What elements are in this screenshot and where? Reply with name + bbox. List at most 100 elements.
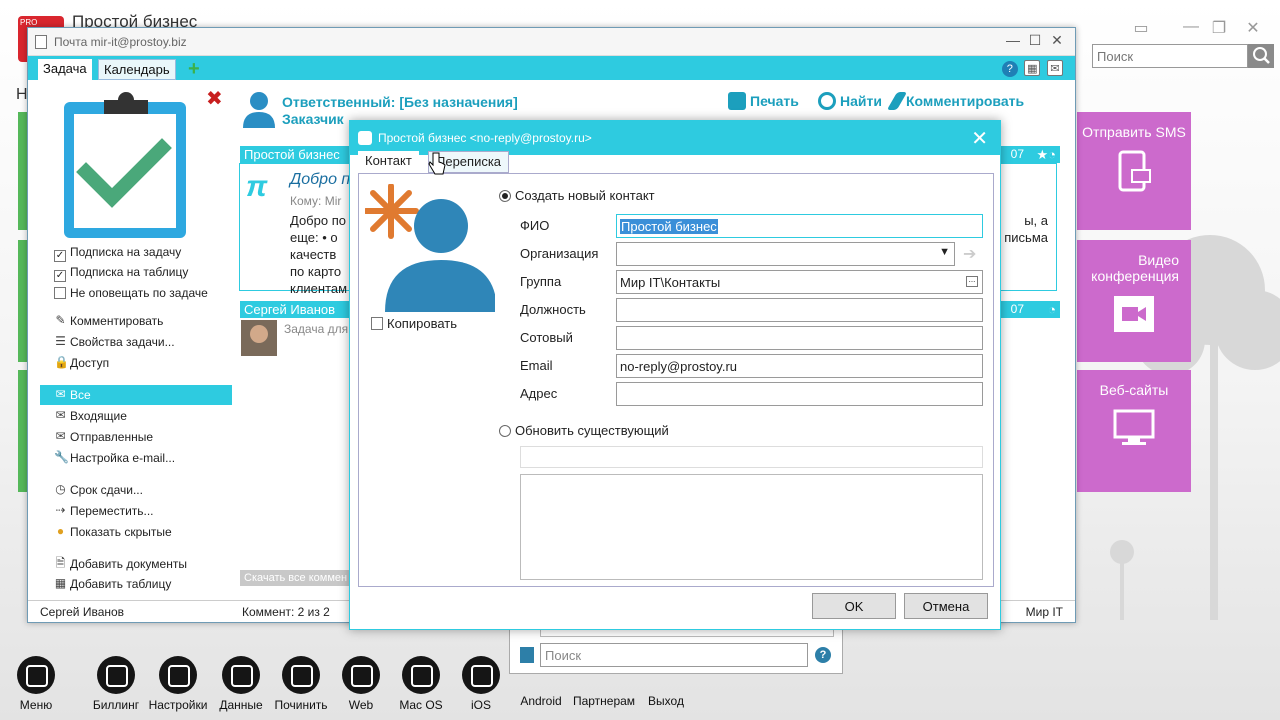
existing-contact-search[interactable] (520, 446, 983, 468)
lock-icon: 🔒 (54, 355, 69, 369)
close-icon[interactable]: ✕ (1047, 32, 1067, 52)
radio-selected-icon (499, 190, 511, 202)
menu-icon (17, 656, 55, 694)
phone-sms-icon (1118, 150, 1151, 192)
menu-show-hidden[interactable]: ● Показать скрытые (40, 522, 232, 542)
menu-all[interactable]: ✉ Все (40, 385, 232, 405)
pencil-icon (886, 92, 908, 110)
close-icon[interactable]: ✕ (971, 126, 988, 151)
email-field[interactable]: no-reply@prostoy.ru (616, 354, 983, 378)
close-icon[interactable]: ✕ (1240, 18, 1266, 38)
group-field[interactable]: Мир IT\Контакты... (616, 270, 983, 294)
fio-field[interactable]: Простой бизнес (616, 214, 983, 238)
video-camera-icon (1114, 296, 1154, 332)
radio-update-existing[interactable]: Обновить существующий (499, 423, 669, 438)
menu-task-properties[interactable]: ☰ Свойства задачи... (40, 332, 232, 352)
arrow-right-icon[interactable]: ➔ (963, 244, 976, 264)
address-field[interactable] (616, 382, 983, 406)
organization-select[interactable]: ▼ (616, 242, 955, 266)
first-aid-icon (282, 656, 320, 694)
mail-tabbar: Задача Календарь + ? ▦ ✉ (28, 56, 1075, 80)
add-tab-icon[interactable]: + (188, 58, 200, 81)
ok-button[interactable]: OK (812, 593, 896, 619)
menu-inbox[interactable]: ✉ Входящие (40, 406, 232, 426)
message-date: 07 (1010, 302, 1024, 316)
label-address: Адрес (520, 386, 558, 401)
apple-icon (402, 656, 440, 694)
tile-video-conference[interactable]: Видео конференция (1077, 240, 1191, 362)
gear-icon (159, 656, 197, 694)
menu-sent[interactable]: ✉ Отправленные (40, 427, 232, 447)
existing-contacts-list[interactable] (520, 474, 983, 580)
menu-add-documents[interactable]: 🗎 Добавить документы (40, 554, 232, 574)
menu-add-table[interactable]: ▦ Добавить таблицу (40, 574, 232, 594)
dock-menu[interactable]: Меню (0, 656, 72, 712)
data-icon (222, 656, 260, 694)
task-clipboard-icon (64, 92, 186, 238)
checkbox-no-notify[interactable]: Не оповещать по задаче (54, 286, 208, 300)
reply-icon[interactable]: ◔ (1048, 302, 1056, 317)
add-table-icon: ▦ (54, 576, 67, 590)
apple-icon (462, 656, 500, 694)
compact-view-icon[interactable]: ▭ (1128, 18, 1154, 38)
dialog-titlebar[interactable]: Простой бизнес <no-reply@prostoy.ru> ✕ (350, 121, 1000, 155)
responsible-label[interactable]: Ответственный: [Без назначения] (282, 94, 602, 110)
star-icon[interactable]: ★◔ (1036, 147, 1056, 163)
label-organization: Организация (520, 246, 599, 261)
billing-icon (97, 656, 135, 694)
hand-cursor-icon (428, 152, 446, 175)
message-date: 07 (1010, 147, 1024, 161)
mail-window-titlebar[interactable]: Почта mir-it@prostoy.biz — ☐ ✕ (28, 28, 1075, 56)
desktop-left-text: Н (16, 86, 28, 103)
tab-calendar[interactable]: Календарь (98, 59, 176, 80)
tab-task[interactable]: Задача (38, 59, 92, 80)
calendar-settings-icon[interactable]: ▦ (1024, 60, 1041, 76)
checkbox-subscribe-table[interactable]: ✓ Подписка на таблицу (54, 265, 188, 282)
help-icon[interactable]: ? (815, 647, 831, 663)
tile-send-sms[interactable]: Отправить SMS (1077, 112, 1191, 230)
maximize-icon[interactable]: ☐ (1025, 32, 1045, 52)
tab-contact[interactable]: Контакт (358, 151, 419, 173)
dock-exit[interactable]: Выход (630, 656, 702, 708)
checkbox-subscribe-task[interactable]: ✓ Подписка на задачу (54, 245, 181, 262)
message-preview: Задача для (284, 322, 349, 336)
customer-label[interactable]: Заказчик (282, 111, 344, 127)
envelope-icon[interactable]: ✉ (1047, 60, 1063, 76)
menu-comment[interactable]: ✎ Комментировать (40, 311, 232, 331)
desktop-search-input[interactable]: Поиск (1092, 44, 1248, 68)
magnifier-icon (818, 92, 836, 110)
message-subject[interactable]: Добро п (290, 171, 350, 189)
minimize-icon[interactable]: — (1178, 18, 1204, 38)
tile-websites[interactable]: Веб-сайты (1077, 370, 1191, 492)
print-button[interactable]: Печать (728, 92, 799, 110)
minimize-icon[interactable]: — (1003, 32, 1023, 52)
search-icon[interactable] (1248, 44, 1274, 68)
tile-label: Отправить SMS (1082, 124, 1186, 140)
menu-access[interactable]: 🔒 Доступ (40, 353, 232, 373)
menu-deadline[interactable]: ◷ Срок сдачи... (40, 480, 232, 500)
close-task-icon[interactable]: ✖ (206, 86, 223, 111)
pencil-icon: ✎ (55, 313, 66, 327)
dock-android[interactable]: Android (505, 656, 577, 708)
mobile-field[interactable] (616, 326, 983, 350)
find-button[interactable]: Найти (818, 92, 882, 110)
lightbulb-icon: ● (56, 524, 65, 538)
cancel-button[interactable]: Отмена (904, 593, 988, 619)
contact-card-icon (358, 131, 372, 145)
checkbox-checked-icon: ✓ (54, 250, 66, 262)
clock-icon: ◷ (55, 482, 66, 496)
copy-button[interactable]: Копировать (371, 316, 457, 331)
copy-icon (371, 317, 383, 330)
menu-email-settings[interactable]: 🔧 Настройка e-mail... (40, 448, 232, 468)
printer-icon (728, 92, 746, 110)
radio-create-new[interactable]: Создать новый контакт (499, 188, 655, 203)
help-icon[interactable]: ? (1001, 61, 1018, 77)
comment-button[interactable]: Комментировать (886, 92, 1024, 110)
restore-icon[interactable]: ❐ (1206, 18, 1232, 38)
position-field[interactable] (616, 298, 983, 322)
menu-move[interactable]: ⇢ Переместить... (40, 501, 232, 521)
checkbox-checked-icon: ✓ (54, 270, 66, 282)
dock-settings[interactable]: Настройки (142, 656, 214, 712)
ellipsis-icon[interactable]: ... (966, 276, 978, 287)
label-mobile: Сотовый (520, 330, 573, 345)
